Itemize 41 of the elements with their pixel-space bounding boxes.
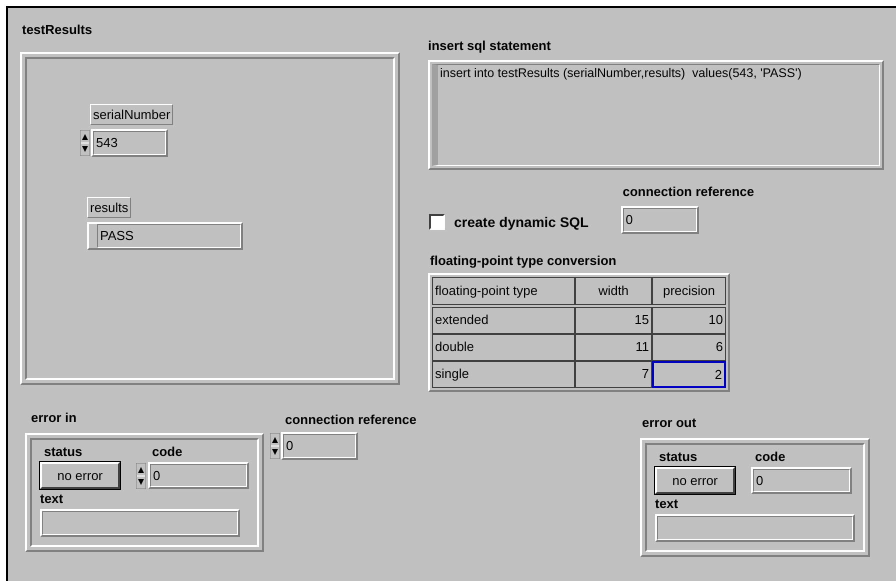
control-label: code bbox=[755, 449, 786, 465]
control-label: code bbox=[152, 444, 184, 460]
control-label: results bbox=[87, 197, 132, 218]
control-label: connection reference bbox=[285, 412, 416, 428]
control-label: connection reference bbox=[622, 184, 754, 200]
checkbox[interactable] bbox=[429, 214, 445, 230]
control-label: testResults bbox=[22, 22, 94, 38]
increment-decrement-icon[interactable] bbox=[270, 433, 280, 459]
column-header: precision bbox=[652, 277, 726, 305]
table-cell[interactable]: double bbox=[432, 334, 575, 361]
control-label: create dynamic SQL bbox=[454, 214, 589, 230]
sql-statement-field[interactable]: insert into testResults (serialNumber,results) values(543, 'PASS') bbox=[428, 60, 884, 170]
code-field[interactable]: 0 bbox=[751, 467, 852, 494]
control-label: status bbox=[44, 444, 84, 460]
status-button[interactable]: no error bbox=[655, 467, 735, 494]
control-label: error out bbox=[642, 415, 698, 431]
control-label: status bbox=[659, 449, 698, 465]
control-label: insert sql statement bbox=[428, 38, 552, 54]
increment-decrement-icon[interactable] bbox=[136, 462, 146, 488]
code-field[interactable]: 0 bbox=[148, 462, 249, 489]
column-header: floating-point type bbox=[432, 277, 575, 305]
column-header: width bbox=[575, 277, 652, 305]
status-button[interactable]: no error bbox=[40, 462, 120, 489]
connection-reference-field[interactable]: 0 bbox=[620, 206, 699, 234]
table-cell[interactable]: 15 bbox=[575, 307, 652, 334]
control-label: text bbox=[40, 491, 64, 507]
table-cell[interactable]: 10 bbox=[652, 307, 726, 334]
control-label: text bbox=[655, 496, 680, 512]
table-cell[interactable]: 6 bbox=[652, 334, 726, 361]
text-field[interactable] bbox=[655, 514, 855, 542]
table-cell[interactable]: single bbox=[432, 361, 575, 388]
table-cell[interactable]: 7 bbox=[575, 361, 652, 388]
table-cell[interactable]: extended bbox=[432, 307, 575, 334]
results-field[interactable]: PASS bbox=[87, 222, 243, 250]
table-cell[interactable]: 2 bbox=[652, 361, 726, 388]
text-field[interactable] bbox=[40, 509, 240, 537]
control-label: error in bbox=[31, 410, 78, 426]
control-label: floating-point type conversion bbox=[430, 253, 618, 269]
control-label: serialNumber bbox=[90, 104, 174, 125]
increment-decrement-icon[interactable] bbox=[80, 130, 90, 156]
table-cell[interactable]: 11 bbox=[575, 334, 652, 361]
